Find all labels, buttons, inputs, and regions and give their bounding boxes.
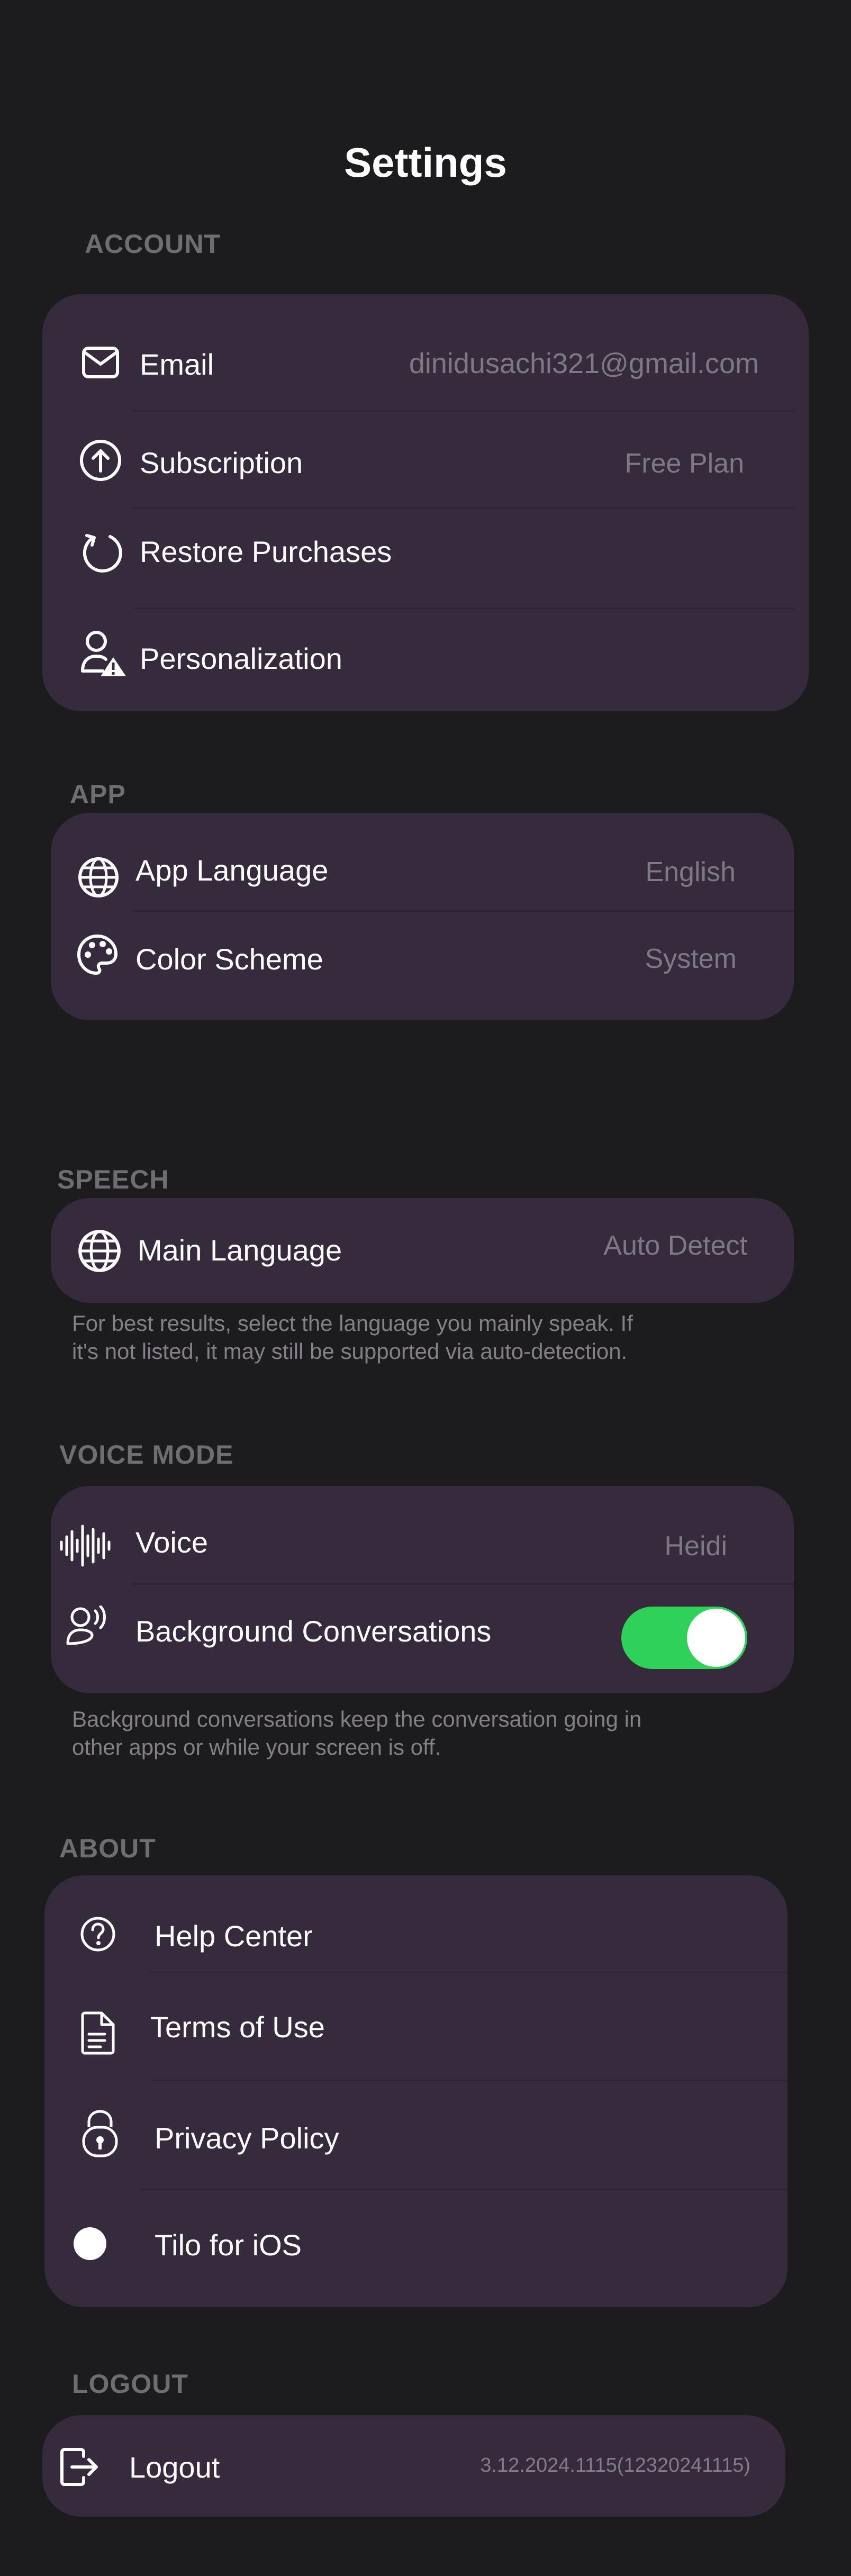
arrow-up-circle-icon [78, 438, 123, 483]
section-label-app: APP [70, 779, 126, 809]
color-scheme-row[interactable]: Color Scheme System [51, 911, 794, 1009]
color-scheme-label: Color Scheme [135, 942, 323, 976]
logout-icon [59, 2447, 99, 2487]
waveform-icon [58, 1523, 113, 1568]
help-center-row[interactable]: Help Center [44, 1875, 787, 1972]
speaking-head-icon [66, 1606, 111, 1648]
main-language-label: Main Language [138, 1233, 342, 1267]
speech-footnote-line1: For best results, select the language yo… [72, 1311, 633, 1336]
dot-icon [73, 2227, 107, 2261]
section-label-speech: SPEECH [57, 1165, 169, 1194]
help-center-label: Help Center [155, 1919, 313, 1953]
globe-icon [77, 856, 120, 899]
app-language-label: App Language [135, 854, 329, 887]
terms-of-use-row[interactable]: Terms of Use [44, 1973, 787, 2079]
main-language-value: Auto Detect [603, 1230, 747, 1261]
email-label: Email [140, 348, 214, 381]
email-row[interactable]: Email dinidusachi321@gmail.com [42, 318, 809, 407]
app-language-value: English [645, 857, 736, 887]
logout-row[interactable]: Logout 3.12.2024.1115(12320241115) [42, 2415, 785, 2517]
globe-icon [77, 1229, 122, 1273]
document-icon [80, 2011, 115, 2055]
question-circle-icon [79, 1916, 116, 1953]
restore-purchases-label: Restore Purchases [140, 535, 392, 568]
speech-footnote-line2: it's not listed, it may still be support… [72, 1339, 628, 1364]
main-language-row[interactable]: Main Language Auto Detect [51, 1198, 794, 1303]
subscription-label: Subscription [140, 446, 303, 479]
background-conversations-row[interactable]: Background Conversations [51, 1584, 794, 1682]
subscription-row[interactable]: Subscription Free Plan [42, 418, 809, 508]
tilo-for-ios-label: Tilo for iOS [155, 2228, 302, 2262]
version-text: 3.12.2024.1115(12320241115) [480, 2454, 750, 2477]
lock-icon [82, 2109, 119, 2158]
speech-footnote: For best results, select the language yo… [72, 1309, 760, 1365]
voice-mode-footnote-line2: other apps or while your screen is off. [72, 1735, 441, 1759]
palette-icon [76, 933, 119, 976]
voice-row[interactable]: Voice Heidi [51, 1486, 794, 1583]
voice-value: Heidi [664, 1531, 728, 1562]
app-language-row[interactable]: App Language English [51, 813, 794, 910]
section-label-voice-mode: VOICE MODE [59, 1440, 234, 1470]
envelope-icon [82, 345, 120, 380]
privacy-policy-row[interactable]: Privacy Policy [44, 2081, 787, 2190]
color-scheme-value: System [645, 944, 737, 974]
section-label-logout: LOGOUT [72, 2369, 188, 2399]
email-value: dinidusachi321@gmail.com [409, 348, 759, 379]
background-conversations-label: Background Conversations [135, 1614, 492, 1648]
tilo-for-ios-row[interactable]: Tilo for iOS [44, 2190, 787, 2296]
logout-label: Logout [129, 2451, 220, 2484]
person-warning-icon [79, 630, 127, 678]
page-title: Settings [344, 139, 507, 186]
section-label-about: ABOUT [59, 1834, 156, 1863]
privacy-policy-label: Privacy Policy [155, 2121, 339, 2155]
voice-label: Voice [135, 1526, 208, 1559]
voice-mode-footnote: Background conversations keep the conver… [72, 1705, 760, 1761]
terms-of-use-label: Terms of Use [150, 2010, 325, 2044]
personalization-label: Personalization [140, 642, 342, 675]
background-conversations-toggle[interactable] [621, 1607, 747, 1669]
section-label-account: ACCOUNT [85, 229, 221, 259]
personalization-row[interactable]: Personalization [42, 614, 809, 704]
divider [133, 410, 795, 412]
toggle-knob [687, 1609, 745, 1667]
restore-purchases-row[interactable]: Restore Purchases [42, 508, 809, 598]
refresh-icon [79, 530, 124, 575]
subscription-value: Free Plan [624, 448, 744, 479]
voice-mode-footnote-line1: Background conversations keep the conver… [72, 1707, 642, 1731]
divider [133, 607, 795, 609]
